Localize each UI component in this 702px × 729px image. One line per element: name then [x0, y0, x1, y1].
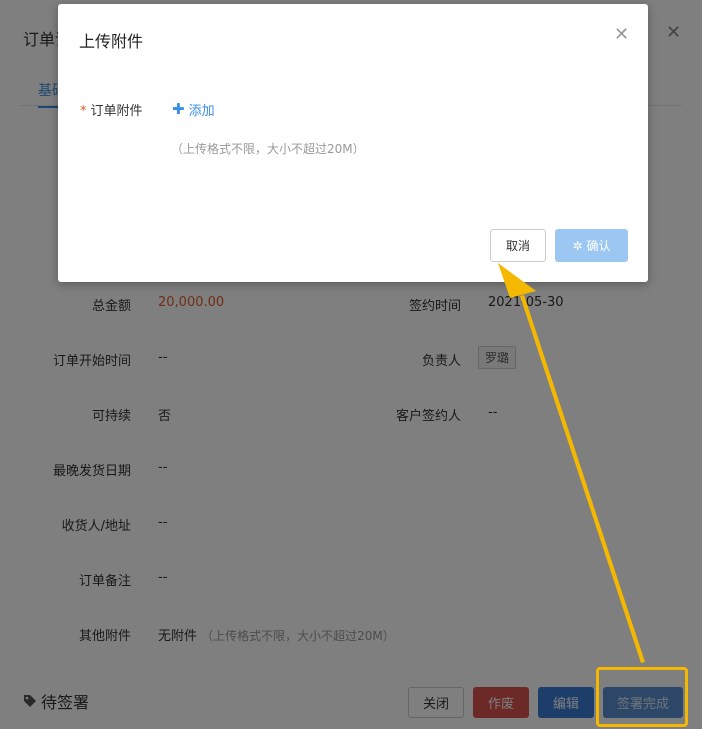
- annotation-arrow-icon: [498, 263, 645, 663]
